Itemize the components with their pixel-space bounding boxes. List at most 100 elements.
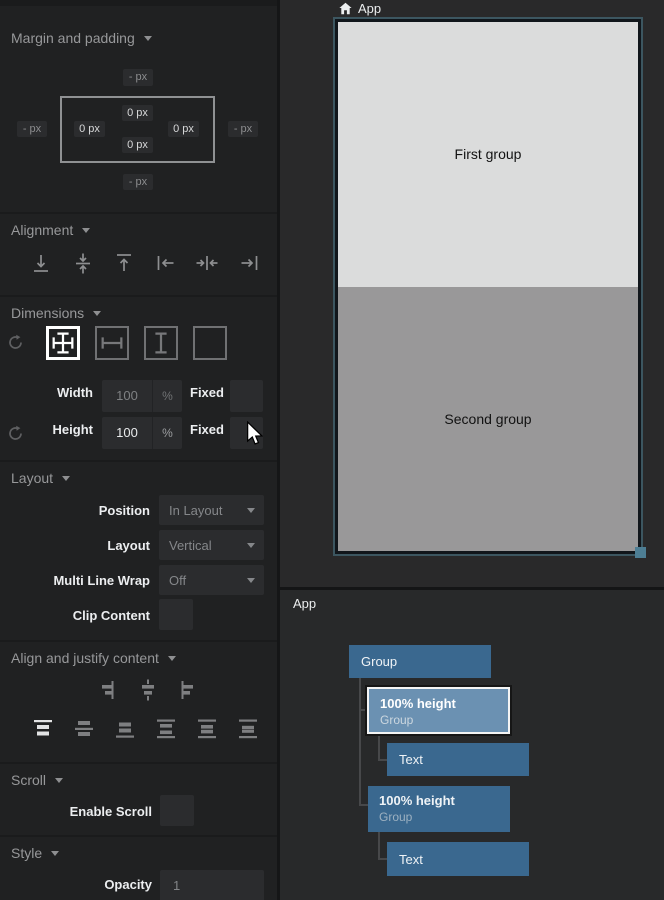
tree-node-text[interactable]: Text [387,842,529,876]
align-bottom-icon [28,250,54,276]
section-header-margin-padding[interactable]: Margin and padding [11,30,152,46]
tree-node-100-height-group-selected[interactable]: 100% height Group [367,687,510,734]
section-header-dimensions[interactable]: Dimensions [11,305,101,321]
justify-space-evenly-icon [237,717,259,741]
canvas-panel: App First group Second group [280,0,664,590]
chevron-down-icon [51,851,59,856]
section-header-style[interactable]: Style [11,845,59,861]
height-fixed-checkbox[interactable] [230,417,263,449]
padding-right-field[interactable]: 0 px [168,121,199,137]
position-label: Position [0,503,150,518]
properties-panel: Margin and padding - px - px - px - px 0… [0,0,280,900]
artboard[interactable]: First group Second group [333,17,643,556]
size-mode-toolbar [46,326,227,360]
tree-node-100-height-group[interactable]: 100% height Group [368,786,510,832]
tree-line [359,678,361,806]
position-value: In Layout [159,503,247,518]
width-fixed-checkbox[interactable] [230,380,263,412]
justify-space-around-button[interactable] [196,717,218,741]
first-group-label: First group [455,146,522,162]
layout-dropdown[interactable]: Vertical [159,530,264,560]
justify-start-button[interactable] [32,717,54,741]
chevron-down-icon [55,778,63,783]
home-icon [339,2,352,15]
align-content-center-button[interactable] [138,678,158,702]
enable-scroll-label: Enable Scroll [0,804,152,819]
enable-scroll-checkbox[interactable] [160,795,194,826]
justify-center-icon [73,717,95,741]
width-fixed-label: Fixed [190,385,224,400]
artboard-resize-handle[interactable] [635,547,646,558]
padding-top-field[interactable]: 0 px [122,105,153,121]
alignment-toolbar [28,250,262,276]
section-layout: Layout Position In Layout Layout Vertica… [0,460,277,640]
align-vertical-center-button[interactable] [70,250,96,276]
tree-line [359,709,367,711]
justify-end-button[interactable] [114,717,136,741]
fixed-size-button[interactable] [193,326,227,360]
width-unit-button[interactable]: % [152,380,182,412]
padding-bottom-field[interactable]: 0 px [122,137,153,153]
stretch-both-icon [49,329,77,357]
width-label: Width [0,385,93,400]
align-content-left-button[interactable] [179,678,199,702]
height-input[interactable]: 100 [102,417,152,449]
layout-label: Layout [0,538,150,553]
section-header-layout[interactable]: Layout [11,470,70,486]
justify-content-toolbar [32,717,259,741]
align-content-left-icon [179,678,199,702]
position-dropdown[interactable]: In Layout [159,495,264,525]
section-title: Scroll [11,772,46,788]
align-top-button[interactable] [111,250,137,276]
justify-start-icon [32,717,54,741]
reset-size-mode-button[interactable] [7,334,24,351]
breadcrumb[interactable]: App [339,1,381,16]
chevron-down-icon [247,543,255,548]
tree-line [378,832,380,858]
section-title: Dimensions [11,305,84,321]
tree-line [378,858,387,860]
tree-node-text[interactable]: Text [387,743,529,776]
chevron-down-icon [247,508,255,513]
tree-node-group[interactable]: Group [349,645,491,678]
opacity-input[interactable]: 1 [160,870,264,900]
align-horizontal-center-button[interactable] [194,250,220,276]
second-group[interactable]: Second group [338,287,638,552]
section-header-scroll[interactable]: Scroll [11,772,63,788]
align-right-icon [236,250,262,276]
stretch-both-button[interactable] [46,326,80,360]
section-header-alignment[interactable]: Alignment [11,222,90,238]
height-unit-button[interactable]: % [152,417,182,449]
margin-right-field[interactable]: - px [228,121,258,137]
section-alignment: Alignment [0,212,277,295]
reset-icon [7,334,24,351]
margin-bottom-field[interactable]: - px [123,174,153,190]
margin-left-field[interactable]: - px [17,121,47,137]
stretch-height-icon [147,329,175,357]
stretch-height-button[interactable] [144,326,178,360]
width-input[interactable]: 100 [102,380,152,412]
tree-line [378,734,380,759]
chevron-down-icon [93,311,101,316]
align-right-button[interactable] [236,250,262,276]
justify-space-evenly-button[interactable] [237,717,259,741]
stretch-width-button[interactable] [95,326,129,360]
hierarchy-panel: App Group 100% height Group Text 100% he… [280,590,664,900]
tree-node-label: Group [361,654,397,669]
align-left-button[interactable] [153,250,179,276]
align-content-right-button[interactable] [96,678,116,702]
align-bottom-button[interactable] [28,250,54,276]
clip-content-checkbox[interactable] [159,599,193,630]
tree-node-label: Text [399,752,423,767]
multi-line-wrap-dropdown[interactable]: Off [159,565,264,595]
padding-left-field[interactable]: 0 px [74,121,105,137]
section-header-align-justify[interactable]: Align and justify content [11,650,176,666]
justify-end-icon [114,717,136,741]
justify-space-between-button[interactable] [155,717,177,741]
multi-line-wrap-value: Off [159,573,247,588]
margin-top-field[interactable]: - px [123,69,153,86]
align-left-icon [153,250,179,276]
chevron-down-icon [82,228,90,233]
justify-center-button[interactable] [73,717,95,741]
first-group[interactable]: First group [338,22,638,287]
